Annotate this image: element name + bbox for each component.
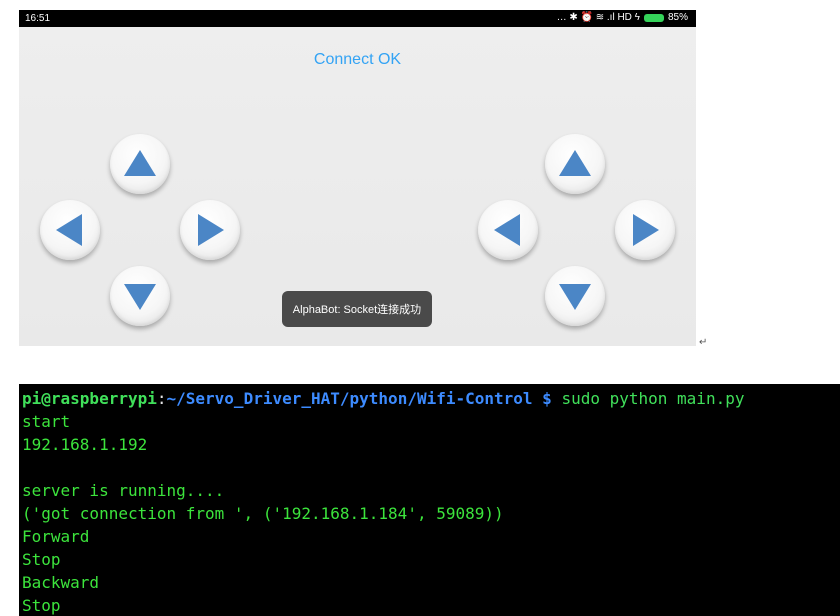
terminal-output-line: 192.168.1.192 — [22, 435, 148, 454]
terminal-prompt-line: pi@raspberrypi:~/Servo_Driver_HAT/python… — [22, 387, 840, 410]
prompt-command: sudo python main.py — [551, 389, 745, 408]
left-pad-right-button[interactable] — [180, 200, 240, 260]
left-pad-up-button[interactable] — [110, 134, 170, 194]
toast-message: AlphaBot: Socket连接成功 — [282, 291, 432, 327]
terminal-output-line: server is running.... — [22, 481, 225, 500]
up-arrow-icon — [124, 150, 156, 176]
right-pad-left-button[interactable] — [478, 200, 538, 260]
terminal-output-line: ('got connection from ', ('192.168.1.184… — [22, 504, 504, 523]
battery-level: 85% — [667, 12, 688, 23]
terminal-window[interactable]: pi@raspberrypi:~/Servo_Driver_HAT/python… — [19, 384, 840, 616]
left-arrow-icon — [56, 214, 82, 246]
terminal-output-line: Stop — [22, 550, 61, 569]
terminal-output-line: Backward — [22, 573, 100, 592]
terminal-output-line: Stop — [22, 596, 61, 615]
right-arrow-icon — [198, 214, 224, 246]
left-arrow-icon — [494, 214, 520, 246]
down-arrow-icon — [559, 284, 591, 310]
right-arrow-icon — [633, 214, 659, 246]
status-icons-text: … ✱ ⏰ ≋ .ıl HD ϟ — [556, 12, 640, 23]
prompt-user-host: pi@raspberrypi — [22, 389, 157, 408]
connect-status-text: Connect OK — [313, 51, 402, 68]
up-arrow-icon — [559, 150, 591, 176]
battery-icon — [643, 13, 664, 22]
down-arrow-icon — [124, 284, 156, 310]
right-pad-down-button[interactable] — [545, 266, 605, 326]
prompt-path: ~/Servo_Driver_HAT/python/Wifi-Control — [166, 389, 533, 408]
prompt-colon: : — [156, 389, 167, 408]
status-bar: 16:51 … ✱ ⏰ ≋ .ıl HD ϟ 85% — [19, 10, 696, 27]
terminal-output-line: start — [22, 412, 71, 431]
right-pad-right-button[interactable] — [615, 200, 675, 260]
paragraph-return-mark: ↵ — [699, 337, 708, 348]
terminal-output-line: Forward — [22, 527, 90, 546]
left-pad-down-button[interactable] — [110, 266, 170, 326]
left-pad-left-button[interactable] — [40, 200, 100, 260]
status-icons: … ✱ ⏰ ≋ .ıl HD ϟ 85% — [557, 12, 688, 23]
phone-screen: 16:51 … ✱ ⏰ ≋ .ıl HD ϟ 85% Connect OK Al… — [19, 10, 696, 346]
prompt-dollar: $ — [532, 389, 552, 408]
status-time: 16:51 — [25, 13, 51, 24]
right-pad-up-button[interactable] — [545, 134, 605, 194]
